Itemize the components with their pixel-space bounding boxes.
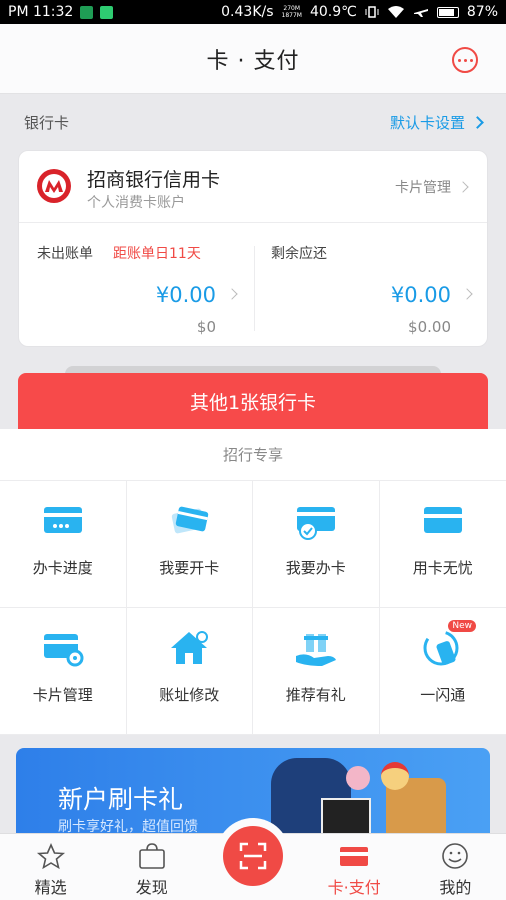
chat-bubble-icon[interactable] (452, 47, 478, 73)
gift-box-image (321, 798, 371, 838)
bank-card-section-header: 银行卡 默认卡设置 (0, 94, 506, 150)
remaining-section[interactable]: 剩余应还 ¥0.00 $0.00 (254, 246, 487, 336)
unbilled-amount: ¥0.00 (155, 283, 216, 307)
battery-percent: 87% (466, 4, 498, 20)
tab-discover[interactable]: 发现 (101, 834, 202, 900)
cmb-exclusive-panel: 招行专享 办卡进度 我要开卡 我要办卡 用卡无忧 卡片管理 账址修改 推荐有礼 … (0, 429, 506, 735)
battery-fill (438, 8, 454, 16)
due-hint: 距账单日11天 (113, 246, 201, 262)
grid-item-label: 账址修改 (159, 686, 220, 704)
status-bar: PM 11:32 0.43K/s 270M 1877M 40.9℃ 87% (0, 0, 506, 24)
grid-item-label: 办卡进度 (32, 559, 93, 577)
toy-figure-image (381, 762, 409, 790)
battery-icon (436, 6, 459, 18)
card-manage-label: 卡片管理 (395, 180, 451, 196)
unbilled-usd: $0 (196, 318, 216, 336)
nfc-phone-icon (423, 630, 459, 666)
chevron-right-icon (461, 288, 473, 300)
grid-item-quickpass[interactable]: New 一闪通 (379, 608, 506, 735)
net-speed: 0.43K/s (221, 4, 274, 20)
tab-label: 发现 (135, 878, 168, 897)
remaining-usd: $0.00 (408, 318, 451, 336)
temperature: 40.9℃ (309, 4, 357, 20)
airplane-icon (413, 9, 428, 17)
new-badge: New (448, 620, 476, 632)
card-apply-icon (296, 507, 335, 540)
grid-item-label: 用卡无忧 (412, 559, 473, 577)
tab-featured[interactable]: 精选 (0, 834, 101, 900)
grid-item-card-settings[interactable]: 卡片管理 (0, 608, 127, 735)
toy-figure-image (346, 766, 370, 790)
grid-item-label: 一闪通 (420, 686, 466, 704)
bank-name: 招商银行信用卡 (87, 169, 221, 191)
notification-app-icon (100, 5, 114, 19)
grid-item-label: 我要办卡 (285, 559, 346, 577)
wifi-icon (387, 6, 404, 18)
app-header: 卡 · 支付 (0, 24, 506, 94)
panel-title: 招行专享 (0, 429, 506, 481)
scan-icon (239, 842, 267, 870)
service-grid: 办卡进度 我要开卡 我要办卡 用卡无忧 卡片管理 账址修改 推荐有礼 New 一… (0, 481, 506, 735)
net-detail-top: 270M (283, 5, 301, 12)
grid-item-label: 我要开卡 (159, 559, 220, 577)
card-manage-link[interactable]: 卡片管理 (395, 177, 469, 197)
account-type: 个人消费卡账户 (87, 195, 185, 211)
home-settings-icon (171, 631, 209, 664)
scan-button[interactable] (223, 826, 283, 886)
star-icon (36, 843, 65, 870)
cmb-logo-icon (37, 169, 71, 203)
remaining-amount: ¥0.00 (390, 283, 451, 307)
grid-item-label: 推荐有礼 (285, 686, 346, 704)
section-label: 银行卡 (24, 113, 70, 132)
chevron-right-icon (226, 288, 238, 300)
tab-label: 精选 (34, 878, 67, 897)
default-card-settings-link[interactable]: 默认卡设置 (389, 112, 484, 133)
grid-item-card-activate[interactable]: 我要开卡 (126, 481, 253, 608)
grid-item-card-apply[interactable]: 我要办卡 (253, 481, 380, 608)
other-cards-button[interactable]: 其他1张银行卡 (18, 373, 488, 429)
unbilled-section[interactable]: 未出账单 距账单日11天 ¥0.00 $0 (19, 223, 254, 346)
grid-item-label: 卡片管理 (32, 686, 93, 704)
tab-label: 我的 (439, 878, 472, 897)
card-settings-icon (43, 634, 84, 667)
card-activate-icon (172, 506, 209, 534)
default-card-settings-label: 默认卡设置 (389, 113, 465, 132)
smile-icon (442, 843, 469, 869)
card-header: 招商银行信用卡 个人消费卡账户 卡片管理 (19, 151, 487, 223)
tab-label: 卡·支付 (327, 878, 381, 897)
grid-item-card-worry-free[interactable]: 用卡无忧 (379, 481, 506, 608)
shield-app-icon (80, 5, 94, 19)
bag-icon (138, 843, 165, 869)
tab-card-pay[interactable]: 卡·支付 (304, 834, 405, 900)
tab-mine[interactable]: 我的 (405, 834, 506, 900)
grid-item-referral-gift[interactable]: 推荐有礼 (253, 608, 380, 735)
credit-card-summary[interactable]: 招商银行信用卡 个人消费卡账户 卡片管理 未出账单 距账单日11天 ¥0.00 … (18, 150, 488, 347)
card-icon (340, 847, 369, 866)
banner-headline: 新户刷卡礼 (58, 785, 184, 814)
status-time: PM 11:32 (8, 4, 74, 20)
vibrate-icon (365, 6, 379, 18)
remaining-label: 剩余应还 (271, 246, 327, 262)
unbilled-label: 未出账单 (37, 246, 93, 262)
chevron-right-icon (457, 181, 469, 193)
gift-hand-icon (295, 634, 336, 666)
page-title: 卡 · 支付 (206, 48, 300, 74)
chevron-right-icon (471, 115, 484, 129)
grid-item-card-progress[interactable]: 办卡进度 (0, 481, 127, 608)
net-detail: 270M 1877M (282, 5, 302, 19)
net-detail-bottom: 1877M (281, 12, 302, 19)
card-progress-icon (43, 507, 82, 533)
card-worry-free-icon (423, 507, 462, 533)
grid-item-address-change[interactable]: 账址修改 (126, 608, 253, 735)
